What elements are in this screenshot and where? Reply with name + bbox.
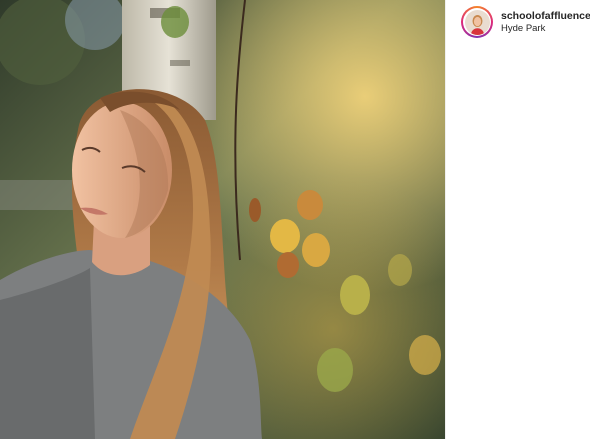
- story-ring[interactable]: [461, 6, 493, 38]
- instagram-post: schoolofaffluence Hyde Park: [0, 0, 590, 439]
- post-header: schoolofaffluence Hyde Park: [446, 0, 590, 41]
- username-link[interactable]: schoolofaffluence: [501, 10, 590, 23]
- location-link[interactable]: Hyde Park: [501, 23, 590, 35]
- post-sidebar: schoolofaffluence Hyde Park: [445, 0, 590, 439]
- post-author-info: schoolofaffluence Hyde Park: [501, 10, 590, 35]
- post-image: [0, 0, 445, 439]
- profile-avatar-icon: [464, 9, 490, 35]
- post-photo[interactable]: [0, 0, 445, 439]
- avatar-border: [463, 8, 491, 36]
